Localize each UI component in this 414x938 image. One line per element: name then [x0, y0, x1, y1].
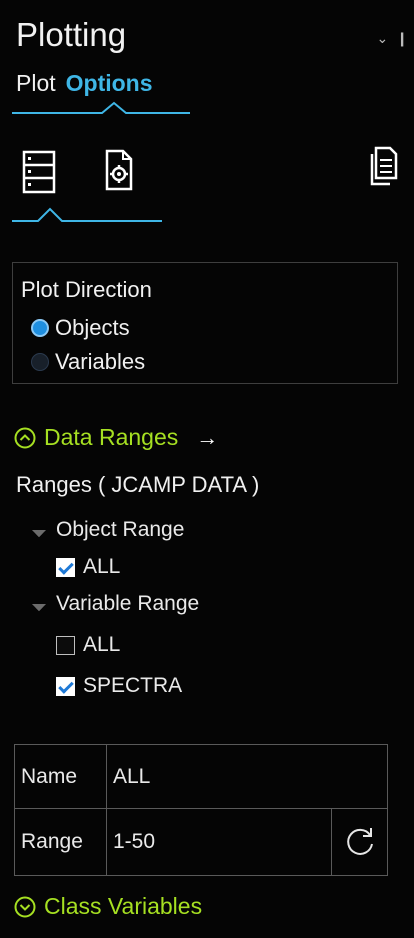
radio-variables[interactable]: Variables: [31, 349, 145, 375]
ranges-source-label: Ranges ( JCAMP DATA ): [16, 472, 260, 497]
plotting-panel: Plotting ⌄ ❙ Plot Options Plot Direction…: [0, 0, 414, 938]
range-value-cell[interactable]: 1-50: [107, 809, 331, 875]
plot-direction-group: Plot Direction Objects Variables: [12, 262, 398, 384]
range-details-grid: Name ALL Range 1-50: [14, 744, 388, 876]
dropdown-icon[interactable]: ⌄: [377, 30, 389, 47]
plot-direction-title: Plot Direction: [21, 277, 152, 302]
panel-controls: ⌄ ❙: [377, 30, 408, 47]
panel-title: Plotting: [16, 16, 127, 53]
radio-objects[interactable]: Objects: [31, 315, 130, 341]
data-ranges-header[interactable]: Data Ranges →: [14, 424, 218, 451]
variable-range-spectra[interactable]: SPECTRA: [56, 674, 182, 698]
object-all-label: ALL: [83, 555, 121, 578]
variable-range-all[interactable]: ALL: [56, 633, 120, 657]
name-value-cell[interactable]: ALL: [107, 745, 387, 809]
tab-bar: Plot Options: [16, 70, 153, 97]
checkbox-unchecked-icon[interactable]: [56, 635, 75, 655]
document-settings-icon[interactable]: [104, 148, 134, 192]
variable-range-node[interactable]: Variable Range: [31, 592, 200, 616]
arrow-right-icon[interactable]: →: [196, 425, 218, 451]
data-ranges-title: Data Ranges: [44, 424, 179, 450]
radio-objects-label: Objects: [55, 315, 130, 340]
expand-triangle-icon[interactable]: [31, 596, 47, 612]
variable-spectra-label: SPECTRA: [83, 674, 183, 697]
list-view-icon[interactable]: [22, 150, 56, 194]
radio-selected-icon[interactable]: [31, 319, 49, 337]
class-variables-title: Class Variables: [44, 893, 203, 919]
copy-document-icon[interactable]: [368, 146, 398, 186]
range-label-cell: Range: [15, 809, 107, 875]
expand-triangle-icon[interactable]: [31, 522, 47, 538]
object-range-label: Object Range: [56, 518, 185, 541]
checkbox-checked-icon[interactable]: [56, 557, 75, 577]
class-variables-header[interactable]: Class Variables: [14, 893, 202, 920]
tab-plot[interactable]: Plot: [16, 70, 56, 97]
checkbox-checked-icon[interactable]: [56, 676, 75, 696]
radio-variables-label: Variables: [55, 349, 146, 374]
radio-unselected-icon[interactable]: [31, 353, 49, 371]
object-range-all[interactable]: ALL: [56, 555, 120, 579]
object-range-node[interactable]: Object Range: [31, 518, 185, 542]
variable-range-label: Variable Range: [56, 592, 200, 615]
refresh-button[interactable]: [331, 809, 388, 875]
tab-selection-indicator: [12, 101, 190, 114]
toolbar-selection-indicator: [12, 207, 162, 222]
collapse-circle-icon[interactable]: [14, 427, 36, 449]
refresh-icon[interactable]: [343, 825, 377, 859]
name-label-cell: Name: [15, 745, 107, 809]
tab-options[interactable]: Options: [66, 70, 153, 97]
variable-all-label: ALL: [83, 633, 121, 656]
expand-circle-icon[interactable]: [14, 896, 36, 918]
pin-icon[interactable]: ❙: [396, 30, 408, 47]
